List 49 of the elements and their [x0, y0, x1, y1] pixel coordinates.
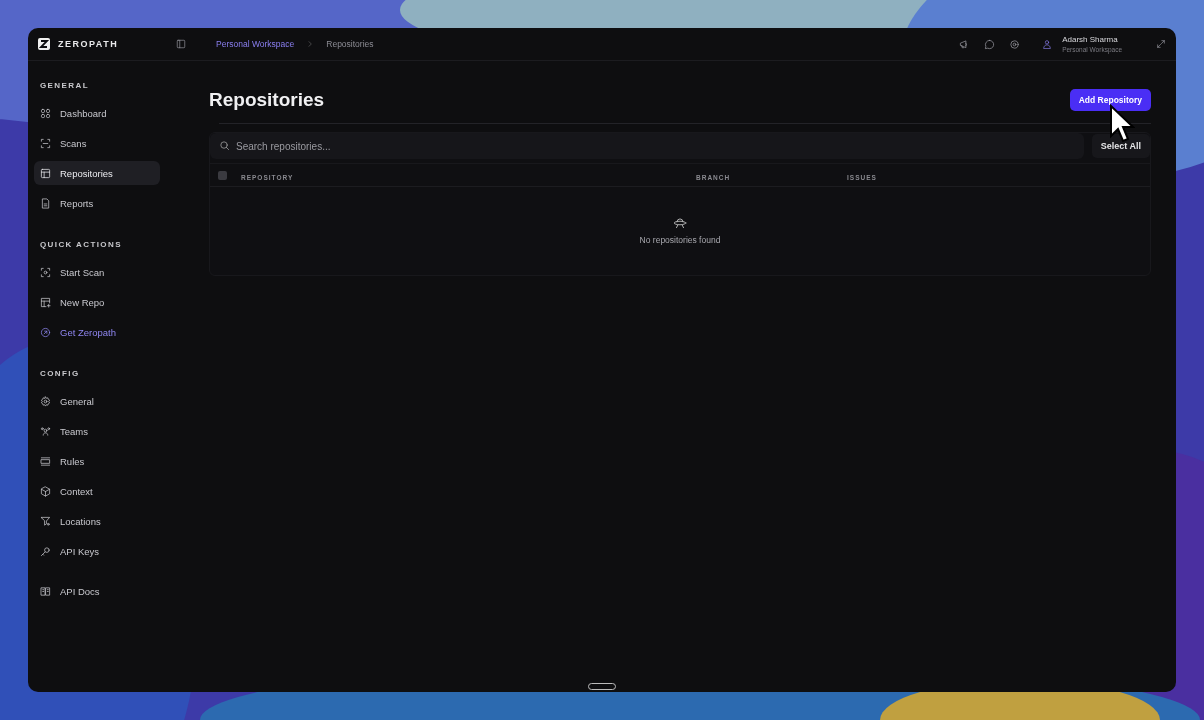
add-repository-button[interactable]: Add Repository — [1069, 89, 1151, 111]
sidebar-item[interactable]: Scans — [34, 131, 160, 155]
nav-icon — [40, 545, 51, 557]
nav-icon — [40, 296, 51, 308]
chevron-icon — [306, 40, 315, 48]
ufo-icon — [673, 217, 687, 229]
user-name: Adarsh Sharma — [1062, 35, 1119, 44]
nav-icon — [40, 107, 51, 119]
nav-icon — [40, 137, 51, 149]
search-icon — [219, 140, 230, 151]
section-heading: GENERAL — [39, 80, 90, 92]
breadcrumb-link[interactable]: Repositories — [326, 39, 374, 49]
section-heading: CONFIG — [39, 368, 81, 380]
sidebar-item[interactable]: Context — [34, 479, 160, 503]
logo-icon — [38, 38, 50, 50]
sidebar-item[interactable]: New Repo — [34, 290, 160, 314]
empty-message: No repositories found — [639, 235, 721, 245]
sidebar-item[interactable]: Get Zeropath — [34, 320, 160, 344]
sidebar-item[interactable]: API Docs — [34, 579, 160, 603]
breadcrumb-link[interactable]: Personal Workspace — [216, 39, 295, 49]
search-field[interactable]: Search repositories... — [210, 133, 1084, 159]
nav-icon — [40, 266, 51, 278]
sidebar-item[interactable]: Start Scan — [34, 260, 160, 284]
nav-icon — [40, 326, 51, 338]
nav-icon — [40, 197, 51, 209]
checkbox[interactable] — [218, 170, 227, 180]
chat-icon[interactable] — [984, 38, 996, 50]
sidebar-item[interactable]: Rules — [34, 449, 160, 473]
sidebar-item[interactable]: General — [34, 389, 160, 413]
nav-icon — [40, 425, 51, 437]
page-title: Repositories — [209, 89, 325, 111]
nav-icon — [40, 167, 51, 179]
select-all-button[interactable]: Select All — [1091, 134, 1150, 158]
section-heading: QUICK ACTIONS — [39, 239, 123, 251]
nav-icon — [40, 455, 51, 467]
sidebar-item[interactable]: Reports — [34, 191, 160, 215]
sidebar-item[interactable]: Locations — [34, 509, 160, 533]
sidebar-item[interactable]: Dashboard — [34, 101, 160, 125]
user-icon[interactable] — [1042, 39, 1053, 49]
nav-icon — [40, 485, 51, 497]
sidebar-toggle-icon[interactable] — [176, 39, 186, 49]
brand-name: ZEROPATH — [58, 39, 119, 49]
nav-icon — [40, 515, 51, 527]
cursor-icon — [1109, 104, 1135, 144]
sidebar-item[interactable]: API Keys — [34, 539, 160, 563]
nav-icon — [40, 585, 51, 597]
sidebar-item[interactable]: Repositories — [34, 161, 160, 185]
nav-icon — [40, 395, 51, 407]
sidebar-item[interactable]: Teams — [34, 419, 160, 443]
